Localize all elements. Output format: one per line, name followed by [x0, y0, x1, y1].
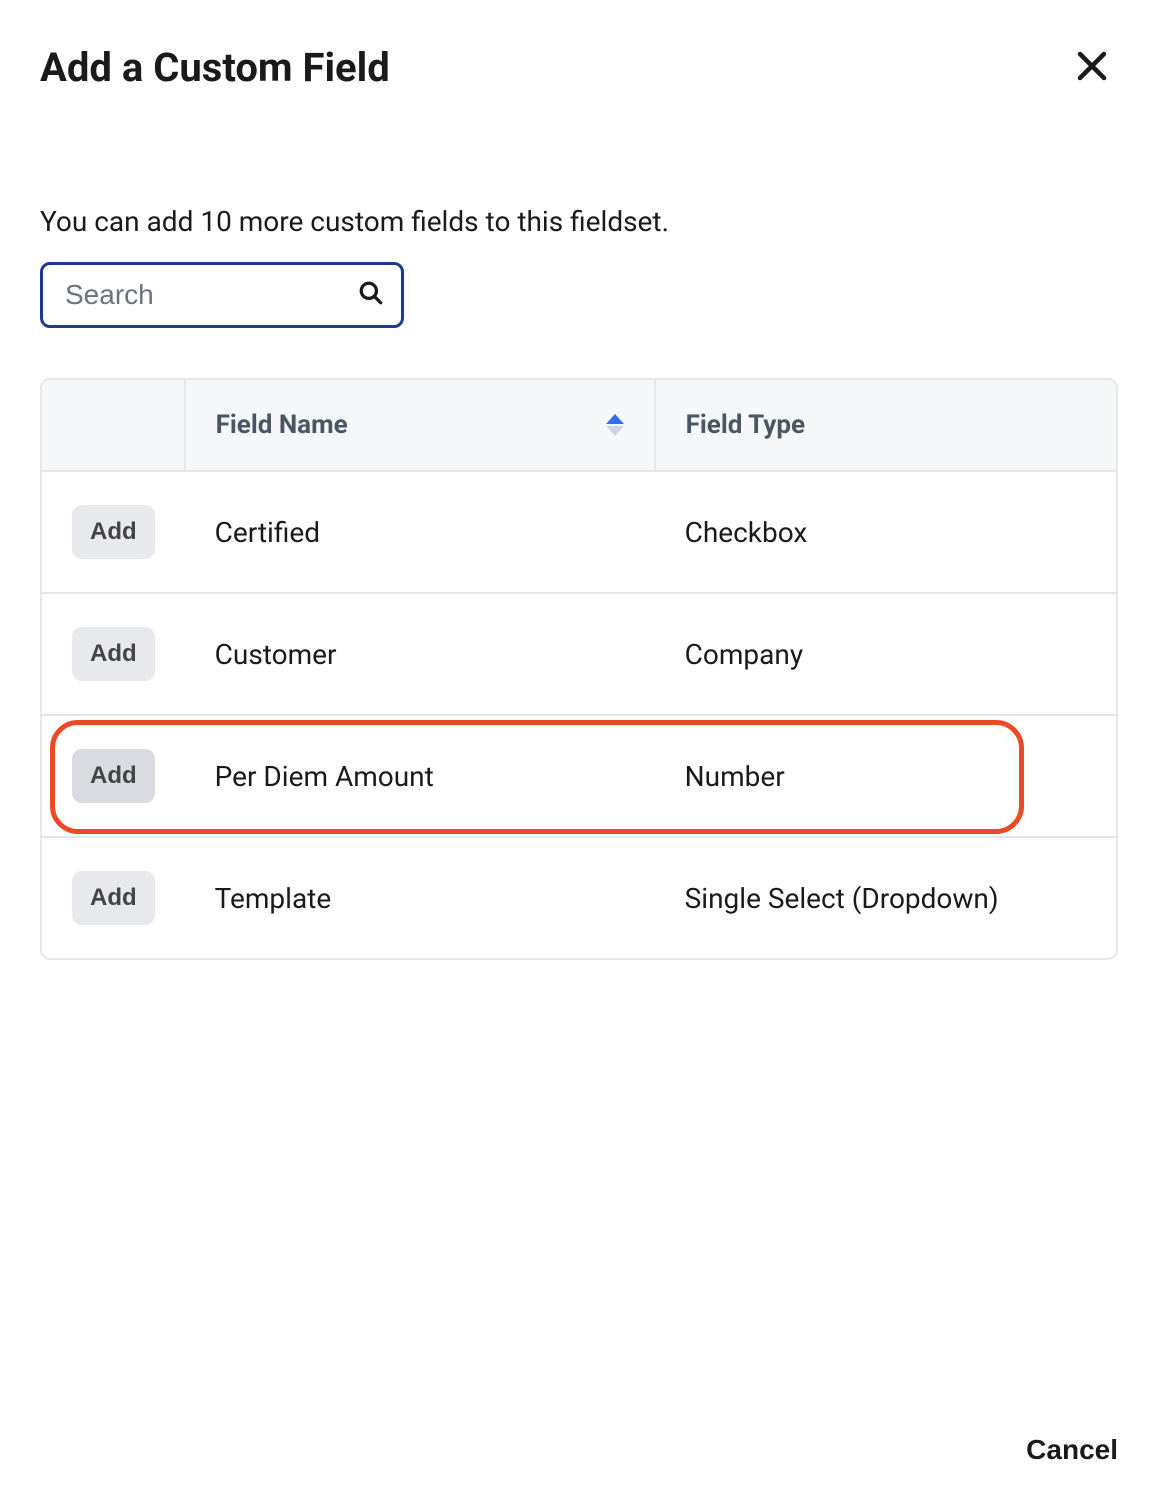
column-header-field-name[interactable]: Field Name [185, 380, 655, 471]
column-header-field-type[interactable]: Field Type [655, 380, 1116, 471]
search-input[interactable] [40, 262, 404, 328]
add-button[interactable]: Add [72, 871, 155, 925]
cell-field-type: Number [655, 715, 1116, 837]
column-header-label: Field Name [216, 410, 348, 440]
cancel-button[interactable]: Cancel [1026, 1424, 1118, 1476]
subtitle-text: You can add 10 more custom fields to thi… [40, 205, 1118, 238]
close-icon [1074, 48, 1110, 87]
cell-field-name: Per Diem Amount [185, 715, 655, 837]
dialog-footer: Cancel [40, 1384, 1118, 1476]
cell-field-name: Customer [185, 593, 655, 715]
add-button[interactable]: Add [72, 749, 155, 803]
dialog-title: Add a Custom Field [40, 44, 390, 91]
cell-action: Add [42, 715, 185, 837]
sort-icon [606, 414, 624, 436]
sort-descending-icon [606, 426, 624, 436]
cell-field-name: Certified [185, 471, 655, 593]
fields-table-container: Field Name Field Type Add CertifiedCheckb… [40, 378, 1118, 960]
table-header-row: Field Name Field Type [42, 380, 1116, 471]
table-row: Add TemplateSingle Select (Dropdown) [42, 837, 1116, 958]
column-header-label: Field Type [686, 410, 805, 440]
table-row: Add CustomerCompany [42, 593, 1116, 715]
table-row: Add CertifiedCheckbox [42, 471, 1116, 593]
cell-action: Add [42, 593, 185, 715]
add-button[interactable]: Add [72, 627, 155, 681]
cell-action: Add [42, 837, 185, 958]
close-button[interactable] [1066, 40, 1118, 95]
search-wrapper [40, 262, 404, 328]
cell-field-type: Checkbox [655, 471, 1116, 593]
cell-field-type: Company [655, 593, 1116, 715]
add-button[interactable]: Add [72, 505, 155, 559]
cell-action: Add [42, 471, 185, 593]
table-row: Add Per Diem AmountNumber [42, 715, 1116, 837]
cell-field-type: Single Select (Dropdown) [655, 837, 1116, 958]
fields-table: Field Name Field Type Add CertifiedCheckb… [42, 380, 1116, 958]
cell-field-name: Template [185, 837, 655, 958]
dialog-header: Add a Custom Field [40, 40, 1118, 95]
column-header-action [42, 380, 185, 471]
sort-ascending-icon [606, 414, 624, 424]
